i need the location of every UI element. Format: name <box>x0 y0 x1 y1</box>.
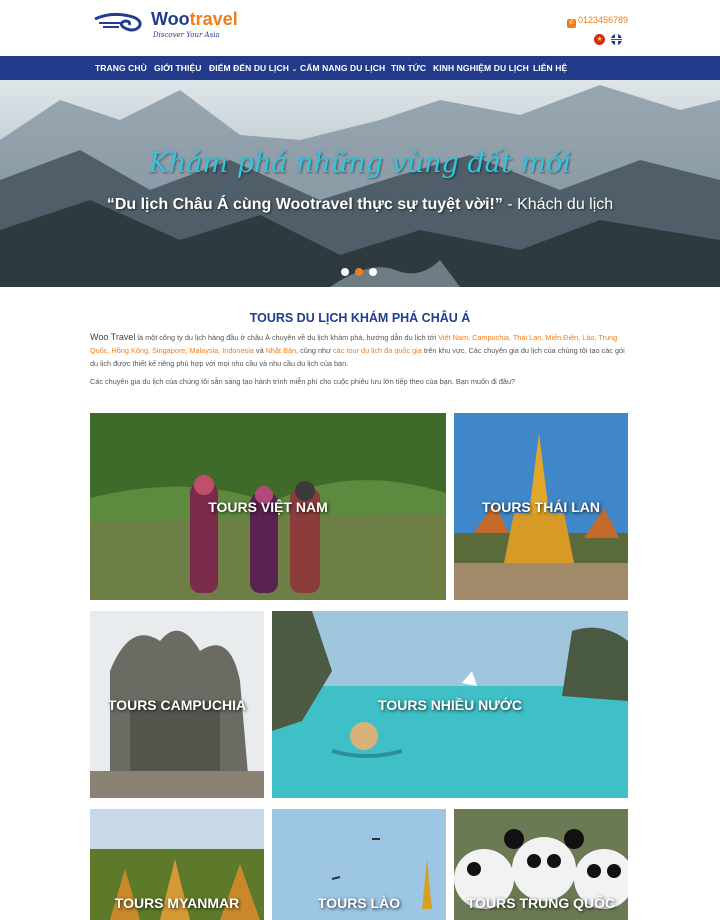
site-header: Wootravel Discover Your Asia ✆ 0123456789… <box>0 0 720 56</box>
nav-item-home[interactable]: TRANG CHỦ <box>95 56 147 80</box>
uk-flag-icon[interactable] <box>611 34 622 45</box>
hero-slider[interactable]: Khám phá những vùng đất mới “Du lịch Châ… <box>0 80 720 287</box>
nav-item-destinations-label: ĐIỂM ĐẾN DU LỊCH <box>209 63 289 73</box>
tour-label-china: TOURS TRUNG QUỐC <box>466 895 616 911</box>
hero-quote: “Du lịch Châu Á cùng Wootravel thực sự t… <box>0 196 720 214</box>
tour-tile-multi-country[interactable]: TOURS NHIỀU NƯỚC <box>272 611 628 798</box>
intro-text-a: là một công ty du lịch hàng đầu ở châu Á… <box>135 333 439 342</box>
intro-text-b: , cũng như <box>296 346 334 355</box>
phone-link[interactable]: ✆ 0123456789 <box>567 15 628 28</box>
nav-item-about[interactable]: GIỚI THIỆU <box>154 56 201 80</box>
intro-paragraph-2: Các chuyên gia du lịch của chúng tôi sẵn… <box>90 377 516 386</box>
tour-tile-china[interactable]: TOURS TRUNG QUỐC <box>454 809 628 920</box>
intro-brand: Woo Travel <box>90 332 136 342</box>
logo-text: Wootravel <box>151 9 238 30</box>
tour-label-cambodia: TOURS CAMPUCHIA <box>107 697 247 713</box>
nav-item-experience[interactable]: KINH NGHIỆM DU LỊCH <box>433 56 529 80</box>
hero-quote-author: - Khách du lịch <box>502 196 614 213</box>
tour-tile-cambodia[interactable]: TOURS CAMPUCHIA <box>90 611 264 798</box>
main-nav: TRANG CHỦ GIỚI THIỆU ĐIỂM ĐẾN DU LỊCH ⌄ … <box>0 56 720 80</box>
tour-label-multi-country: TOURS NHIỀU NƯỚC <box>378 697 522 713</box>
phone-number: 0123456789 <box>578 15 629 25</box>
nav-item-contact[interactable]: LIÊN HỆ <box>533 56 567 80</box>
tour-tile-laos[interactable]: TOURS LÀO <box>272 809 446 920</box>
section-title: TOURS DU LỊCH KHÁM PHÁ CHÂU Á <box>249 311 471 325</box>
nav-item-guide[interactable]: CẨM NANG DU LỊCH <box>300 56 385 80</box>
vietnam-flag-icon[interactable]: ★ <box>594 34 605 45</box>
intro-multi-country-link[interactable]: các tour du lịch đa quốc gia <box>333 346 422 355</box>
phone-icon: ✆ <box>567 19 576 28</box>
nav-item-news[interactable]: TIN TỨC <box>391 56 426 80</box>
tour-tile-thailand[interactable]: TOURS THÁI LAN <box>454 413 628 600</box>
tour-label-thailand: TOURS THÁI LAN <box>482 499 600 515</box>
intro-and: và <box>253 346 266 355</box>
intro-japan-link[interactable]: Nhật Bản <box>266 346 296 355</box>
logo-travel: travel <box>189 9 238 29</box>
tour-tile-myanmar[interactable]: TOURS MYANMAR <box>90 809 264 920</box>
tour-label-myanmar: TOURS MYANMAR <box>114 895 240 911</box>
site-logo[interactable]: Wootravel Discover Your Asia <box>93 9 238 39</box>
slider-dot-2[interactable] <box>355 268 363 276</box>
hero-mountain-image <box>0 80 720 287</box>
logo-swirl-icon <box>94 12 142 32</box>
slider-dot-3[interactable] <box>369 268 377 276</box>
intro-paragraph: Woo Travel là một công ty du lịch hàng đ… <box>90 331 630 370</box>
hero-quote-text: “Du lịch Châu Á cùng Wootravel thực sự t… <box>106 196 503 213</box>
logo-woo: Woo <box>151 9 190 29</box>
chevron-down-icon: ⌄ <box>291 66 298 73</box>
logo-tagline: Discover Your Asia <box>153 31 220 39</box>
tour-tile-vietnam[interactable]: TOURS VIỆT NAM <box>90 413 446 600</box>
tour-label-laos: TOURS LÀO <box>317 895 401 911</box>
hero-title: Khám phá những vùng đất mới <box>148 148 572 179</box>
tour-label-vietnam: TOURS VIỆT NAM <box>208 499 328 515</box>
nav-item-destinations[interactable]: ĐIỂM ĐẾN DU LỊCH ⌄ <box>209 56 297 80</box>
slider-dot-1[interactable] <box>341 268 349 276</box>
